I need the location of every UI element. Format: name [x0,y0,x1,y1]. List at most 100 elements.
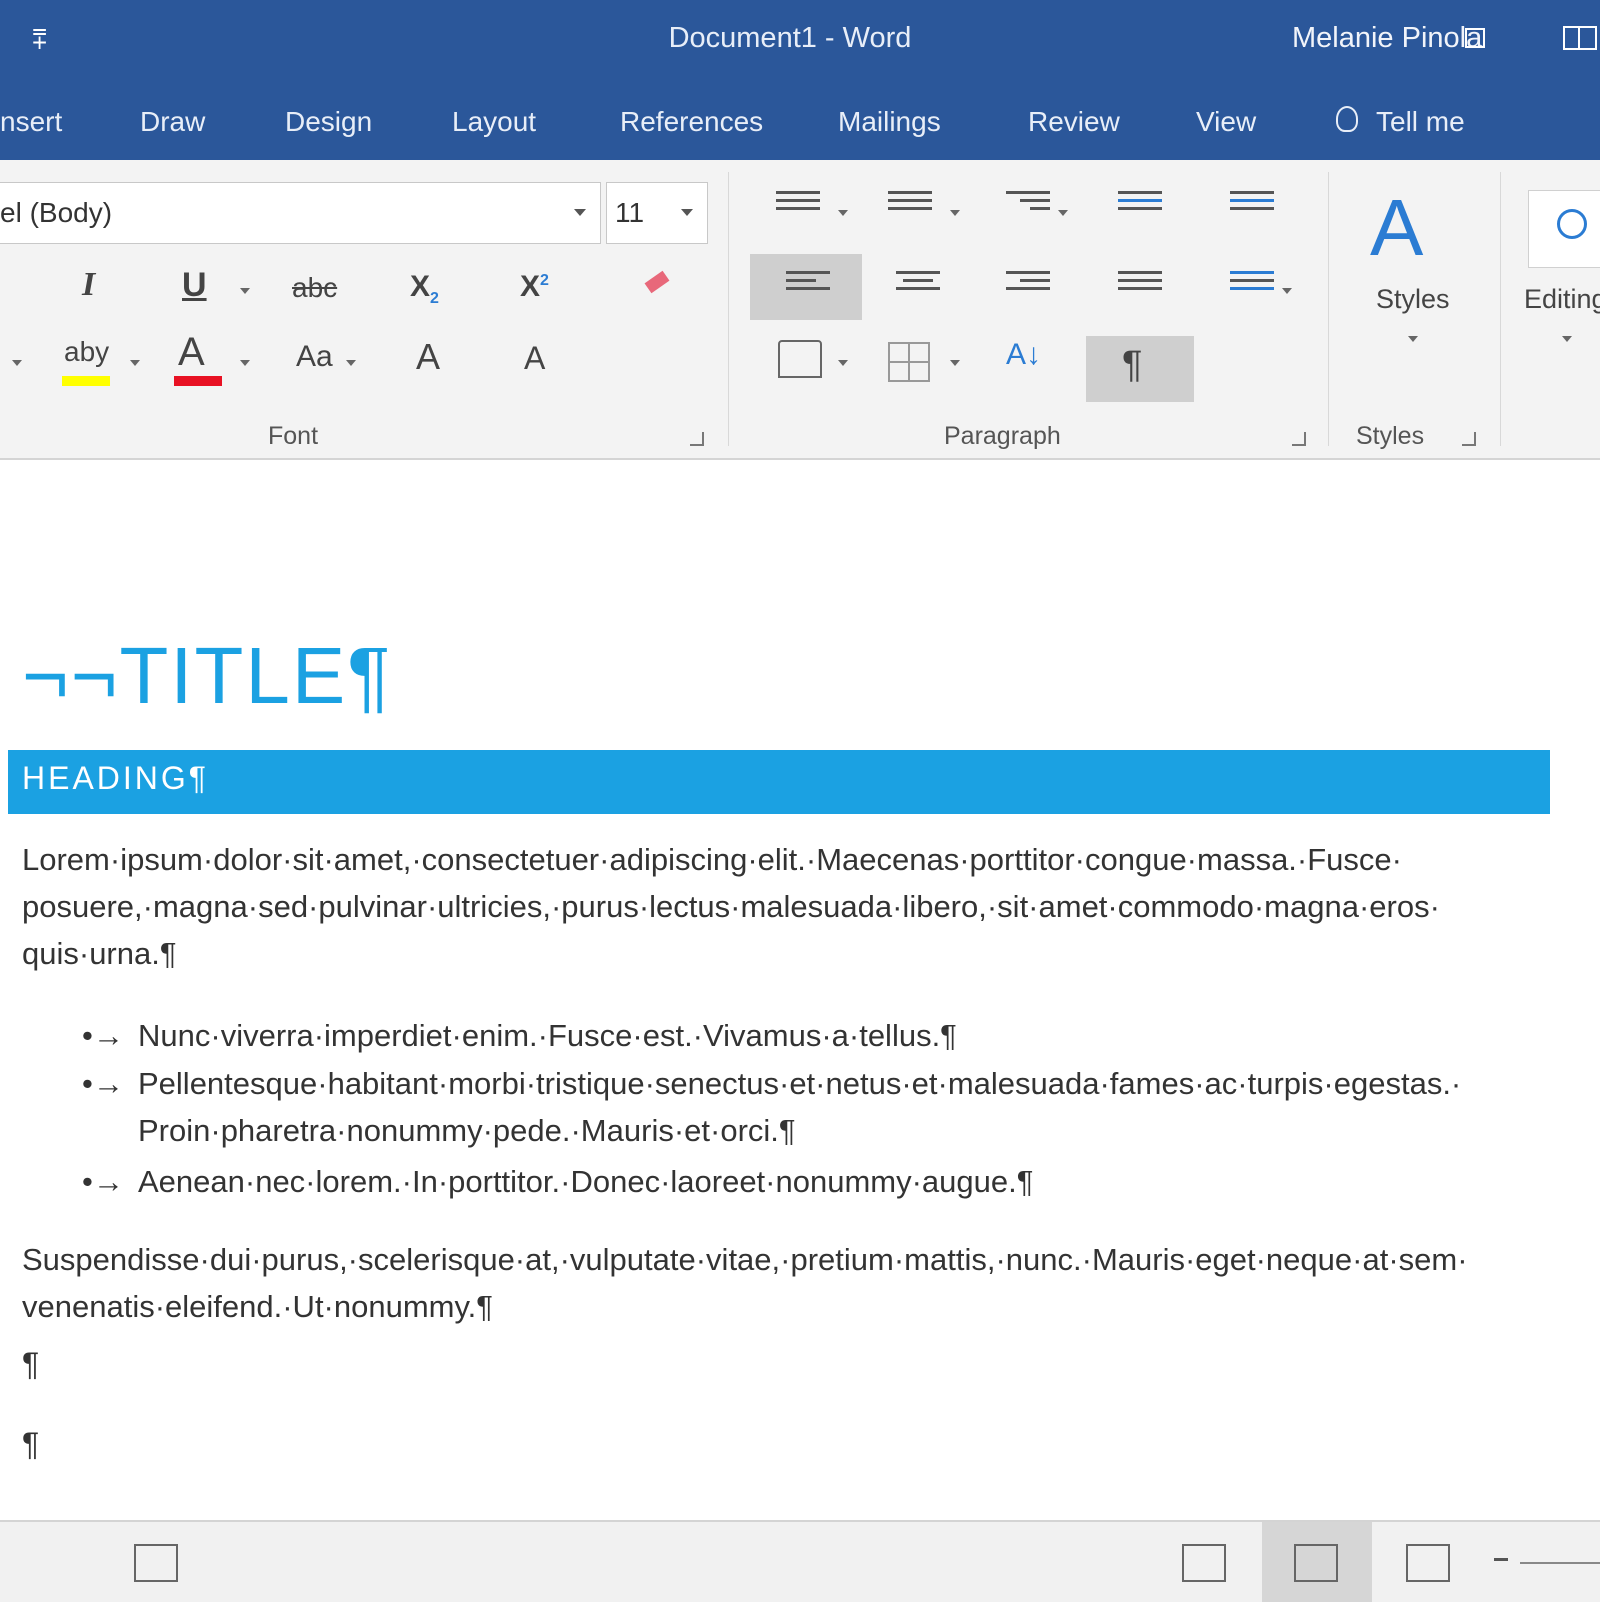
list-item-text: Aenean·nec·lorem.·In·porttitor.·Donec·la… [138,1164,1034,1199]
styles-icon[interactable]: A [1370,182,1423,274]
paragraph-dialog-launcher-icon[interactable] [1292,432,1306,446]
italic-button[interactable]: I [82,266,95,304]
ribbon: el (Body) 11 I U abc X2 X2 aby A Aa A A … [0,160,1600,460]
font-name: el (Body) [0,197,113,228]
list-item[interactable]: •→ Pellentesque·habitant·morbi·tristique… [82,1060,1522,1154]
shading-icon[interactable] [778,340,822,378]
decrease-indent-icon[interactable] [1118,186,1162,224]
group-separator [1500,172,1501,446]
chevron-down-icon[interactable] [574,209,586,216]
font-group-label: Font [268,422,319,450]
zoom-out-icon[interactable] [1494,1558,1508,1561]
ribbon-display-icon[interactable] [1563,26,1597,50]
multilevel-list-icon[interactable] [1006,186,1050,224]
chevron-down-icon[interactable] [838,210,848,216]
increase-indent-icon[interactable] [1230,186,1274,224]
subscript-label: X [410,270,431,303]
bullet-marker: •→ [82,1164,124,1199]
font-color-button[interactable]: A [178,330,205,375]
chevron-down-icon[interactable] [1408,336,1418,342]
bullets-icon[interactable] [776,186,820,224]
chevron-down-icon[interactable] [1282,288,1292,294]
title-bar: ⩱ Document1 - Word Melanie Pinola [0,0,1600,82]
font-name-box[interactable]: el (Body) [0,182,601,244]
bullet-marker: •→ [82,1066,124,1101]
tab-references[interactable]: References [620,106,763,138]
line-spacing-icon[interactable] [1230,266,1274,304]
chevron-down-icon[interactable] [1058,210,1068,216]
align-right-icon[interactable] [1006,266,1050,304]
user-name[interactable]: Melanie Pinola [1292,22,1482,55]
restore-icon[interactable] [1465,28,1485,48]
find-button[interactable] [1528,190,1600,268]
chevron-down-icon[interactable] [950,210,960,216]
read-mode-icon[interactable] [1182,1544,1226,1582]
tab-mailings[interactable]: Mailings [838,106,941,138]
chevron-down-icon[interactable] [950,360,960,366]
document-title[interactable]: ¬¬TITLE¶ [22,630,392,722]
editing-label[interactable]: Editing [1524,284,1600,315]
justify-icon[interactable] [1118,266,1162,304]
highlight-button[interactable]: aby [64,336,109,368]
superscript-label: X [520,270,541,303]
book-icon[interactable] [134,1544,178,1582]
subscript-button[interactable]: X2 [410,270,439,308]
group-separator [1328,172,1329,446]
paragraph-1[interactable]: Lorem·ipsum·dolor·sit·amet,·consectetuer… [22,836,1522,977]
styles-button-label[interactable]: Styles [1376,284,1450,315]
superscript-mark: 2 [540,272,549,289]
list-item[interactable]: •→ Nunc·viverra·imperdiet·enim.·Fusce·es… [82,1012,1522,1059]
chevron-down-icon[interactable] [240,288,250,294]
empty-paragraph-mark[interactable]: ¶ [22,1426,39,1463]
sort-button[interactable]: A↓ [1006,338,1041,372]
list-item[interactable]: •→ Aenean·nec·lorem.·In·porttitor.·Donec… [82,1158,1522,1205]
lightbulb-icon [1336,106,1358,132]
document-canvas[interactable]: ¬¬TITLE¶ HEADING¶ Lorem·ipsum·dolor·sit·… [0,460,1600,1520]
font-color-bar [174,376,222,386]
paragraph-2[interactable]: Suspendisse·dui·purus,·scelerisque·at,·v… [22,1236,1522,1330]
paragraph-group-label: Paragraph [944,422,1061,450]
numbering-icon[interactable] [888,186,932,224]
chevron-down-icon[interactable] [838,360,848,366]
styles-dialog-launcher-icon[interactable] [1462,432,1476,446]
tab-layout[interactable]: Layout [452,106,536,138]
highlight-color-bar [62,376,110,386]
chevron-down-icon[interactable] [130,360,140,366]
tell-me-box[interactable]: Tell me [1376,106,1465,138]
chevron-down-icon[interactable] [240,360,250,366]
list-item-text: Nunc·viverra·imperdiet·enim.·Fusce·est.·… [138,1018,957,1053]
tab-view[interactable]: View [1196,106,1256,138]
heading-bar[interactable]: HEADING¶ [8,750,1550,814]
align-center-icon[interactable] [896,266,940,304]
tab-design[interactable]: Design [285,106,372,138]
chevron-down-icon[interactable] [12,360,22,366]
bullet-marker: •→ [82,1018,124,1053]
tab-review[interactable]: Review [1028,106,1120,138]
tab-insert[interactable]: nsert [0,106,62,138]
web-layout-icon[interactable] [1406,1544,1450,1582]
grow-font-button[interactable]: A [416,336,440,378]
chevron-down-icon[interactable] [681,209,693,216]
align-left-icon[interactable] [786,266,830,304]
superscript-button[interactable]: X2 [520,270,549,304]
underline-button[interactable]: U [182,266,207,305]
document-heading: HEADING¶ [22,760,209,796]
chevron-down-icon[interactable] [346,360,356,366]
font-size: 11 [615,197,645,228]
tab-draw[interactable]: Draw [140,106,205,138]
clear-formatting-icon[interactable] [636,266,670,300]
borders-icon[interactable] [888,342,930,382]
print-layout-icon[interactable] [1294,1544,1338,1582]
empty-paragraph-mark[interactable]: ¶ [22,1346,39,1383]
list-item-text: Pellentesque·habitant·morbi·tristique·se… [138,1066,1462,1148]
status-bar [0,1520,1600,1602]
font-size-box[interactable]: 11 [606,182,708,244]
font-dialog-launcher-icon[interactable] [690,432,704,446]
search-icon [1557,209,1587,239]
show-formatting-marks-button[interactable]: ¶ [1122,344,1142,387]
zoom-slider[interactable] [1520,1562,1600,1564]
chevron-down-icon[interactable] [1562,336,1572,342]
shrink-font-button[interactable]: A [524,340,545,377]
change-case-button[interactable]: Aa [296,340,333,374]
strikethrough-button[interactable]: abc [292,272,337,304]
